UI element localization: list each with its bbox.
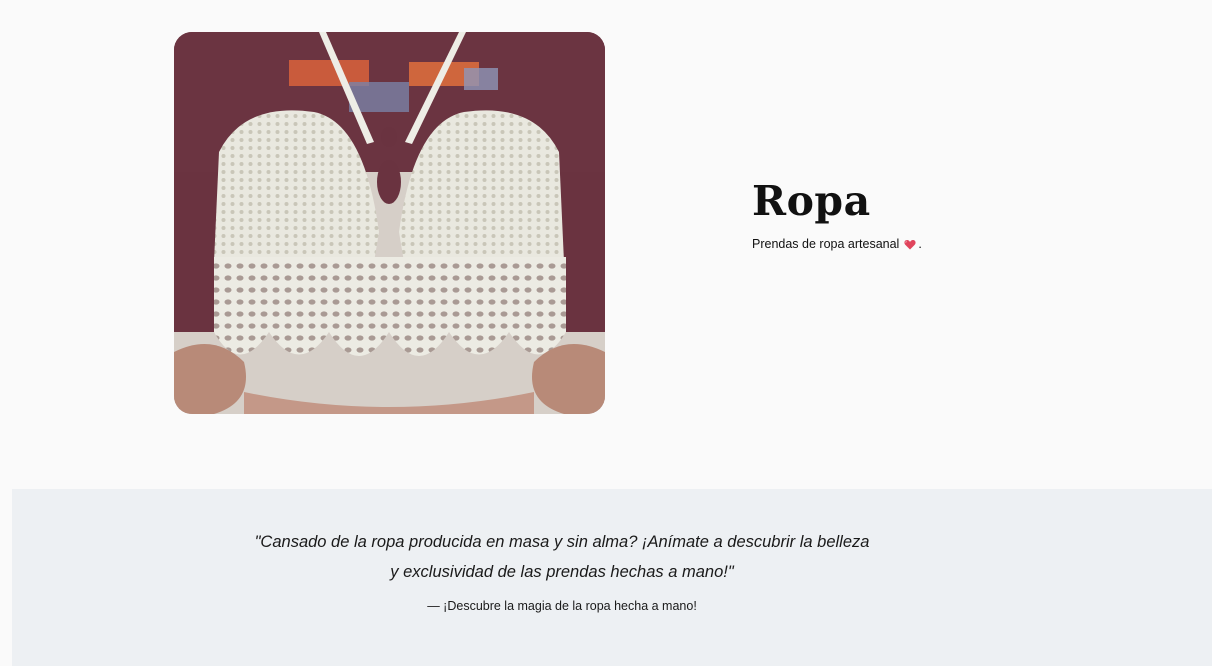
- quote-line-2: y exclusividad de las prendas hechas a m…: [390, 563, 734, 581]
- page-subtitle: Prendas de ropa artesanal .: [752, 236, 1152, 252]
- subtitle-text: Prendas de ropa artesanal: [752, 237, 900, 251]
- subtitle-end: .: [918, 237, 922, 251]
- page: Ropa Prendas de ropa artesanal . "Cansad…: [0, 0, 1212, 666]
- quote-line-1: "Cansado de la ropa producida en masa y …: [254, 533, 870, 551]
- quote-section: "Cansado de la ropa producida en masa y …: [12, 489, 1212, 666]
- heart-icon: [904, 239, 916, 249]
- hero-text: Ropa Prendas de ropa artesanal .: [752, 178, 1152, 252]
- product-photo: [174, 32, 605, 414]
- quote-attribution: — ¡Descubre la magia de la ropa hecha a …: [427, 599, 697, 613]
- quote-text: "Cansado de la ropa producida en masa y …: [12, 527, 1112, 587]
- crochet-top-photo: [174, 32, 605, 414]
- page-title: Ropa: [752, 177, 871, 225]
